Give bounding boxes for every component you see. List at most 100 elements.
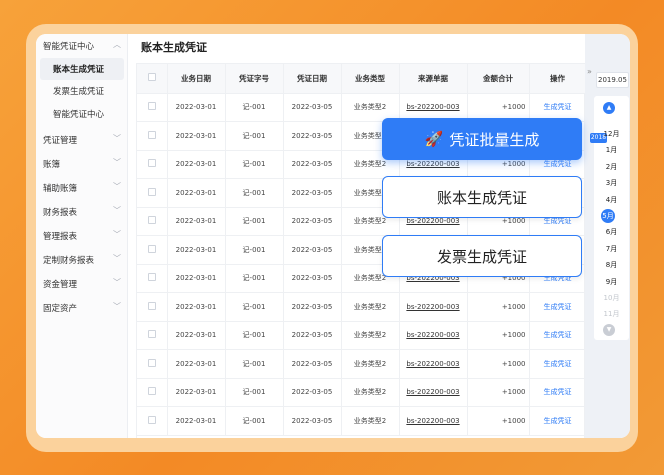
sidebar-item[interactable]: 辅助账簿 ﹀ [36, 177, 128, 199]
col-header-amount-total: 金额合计 [467, 64, 530, 94]
sidebar-item-label: 财务报表 [43, 208, 78, 218]
cell-source-doc[interactable]: bs-202200-003 [399, 321, 468, 350]
cell-voucher-no: 记-001 [225, 321, 284, 350]
row-checkbox[interactable] [137, 321, 168, 350]
sidebar-item[interactable]: 财务报表 ﹀ [36, 201, 128, 223]
ledger-generate-button[interactable]: 账本生成凭证 [382, 176, 582, 218]
cell-voucher-no: 记-001 [225, 378, 284, 407]
sidebar-item-label: 固定资产 [43, 304, 78, 314]
cell-voucher-no: 记-001 [225, 93, 284, 122]
row-checkbox[interactable] [137, 406, 168, 436]
cell-source-doc[interactable]: bs-202200-003 [399, 406, 468, 436]
month-option[interactable]: 3月 [594, 177, 629, 189]
cell-business-date: 2022-03-01 [167, 207, 226, 236]
cell-voucher-date: 2022-03-05 [283, 321, 342, 350]
row-checkbox[interactable] [137, 264, 168, 293]
chevron-down-icon: ﹀ [113, 206, 121, 215]
sidebar: 智能凭证中心 ︿ 账本生成凭证 发票生成凭证 智能凭证中心 凭证管理 ﹀ 账簿 ﹀ 辅助账簿 ﹀ 财务… [36, 34, 128, 438]
sidebar-item[interactable]: 定制财务报表 ﹀ [36, 249, 128, 271]
row-checkbox[interactable] [137, 378, 168, 407]
cell-voucher-no: 记-001 [225, 150, 284, 179]
cell-voucher-no: 记-001 [225, 121, 284, 151]
cell-action[interactable]: 生成凭证 [529, 378, 587, 407]
row-checkbox[interactable] [137, 349, 168, 379]
cell-voucher-date: 2022-03-05 [283, 207, 342, 236]
row-checkbox[interactable] [137, 207, 168, 236]
row-checkbox[interactable] [137, 93, 168, 122]
cell-voucher-no: 记-001 [225, 406, 284, 436]
invoice-generate-button[interactable]: 发票生成凭证 [382, 235, 582, 277]
cell-voucher-date: 2022-03-05 [283, 378, 342, 407]
sidebar-item[interactable]: 发票生成凭证 [36, 80, 128, 102]
sidebar-item-label: 辅助账簿 [43, 184, 78, 194]
date-rail: » 2019.05 ▲ 2018 ▼ 12月 1月 2月 3月 4月 5月 6月 7月 8月 9月… [585, 34, 630, 438]
sidebar-item-label: 资金管理 [43, 280, 78, 290]
cell-source-doc[interactable]: bs-202200-003 [399, 378, 468, 407]
chevron-up-icon: ︿ [113, 40, 121, 49]
cell-business-type: 业务类型2 [341, 406, 400, 436]
row-checkbox[interactable] [137, 178, 168, 208]
scroll-up-icon[interactable]: ▲ [603, 102, 615, 114]
cell-voucher-no: 记-001 [225, 178, 284, 208]
cell-business-date: 2022-03-01 [167, 378, 226, 407]
sidebar-item[interactable]: 账簿 ﹀ [36, 153, 128, 175]
year-month-display[interactable]: 2019.05 [596, 72, 629, 88]
month-option[interactable]: 4月 [594, 194, 629, 206]
cell-source-doc[interactable]: bs-202200-003 [399, 349, 468, 379]
cell-action[interactable]: 生成凭证 [529, 349, 587, 379]
cell-business-date: 2022-03-01 [167, 406, 226, 436]
row-checkbox[interactable] [137, 150, 168, 179]
batch-generate-button[interactable]: 🚀 凭证批量生成 [382, 118, 582, 160]
row-checkbox[interactable] [137, 121, 168, 151]
chevron-down-icon: ﹀ [113, 254, 121, 263]
cell-voucher-date: 2022-03-05 [283, 264, 342, 293]
select-all-checkbox[interactable] [137, 64, 168, 94]
scroll-down-icon[interactable]: ▼ [603, 324, 615, 336]
month-option[interactable]: 1月 [594, 144, 629, 156]
cell-voucher-date: 2022-03-05 [283, 292, 342, 322]
month-picker: ▲ 2018 ▼ 12月 1月 2月 3月 4月 5月 6月 7月 8月 9月 10月 11月 [590, 96, 629, 340]
chevron-down-icon: ﹀ [113, 302, 121, 311]
month-option[interactable]: 11月 [594, 308, 629, 320]
sidebar-item-label: 智能凭证中心 [43, 42, 95, 52]
row-checkbox[interactable] [137, 292, 168, 322]
month-option[interactable]: 12月 [594, 128, 629, 140]
month-option[interactable]: 9月 [594, 276, 629, 288]
chevron-down-icon: ﹀ [113, 230, 121, 239]
cell-action[interactable]: 生成凭证 [529, 321, 587, 350]
cell-voucher-date: 2022-03-05 [283, 150, 342, 179]
chevron-down-icon: ﹀ [113, 158, 121, 167]
invoice-generate-label: 发票生成凭证 [436, 247, 527, 266]
sidebar-item[interactable]: 资金管理 ﹀ [36, 273, 128, 295]
month-option[interactable]: 2月 [594, 161, 629, 173]
month-option[interactable]: 8月 [594, 259, 629, 271]
table-row: 2022-03-01记-0012022-03-05业务类型2bs-202200-… [137, 406, 587, 436]
sidebar-item[interactable]: 凭证管理 ﹀ [36, 129, 128, 151]
month-option[interactable]: 6月 [594, 226, 629, 238]
month-option[interactable]: 7月 [594, 243, 629, 255]
collapse-toggle-icon[interactable]: » [587, 67, 592, 76]
sidebar-item-label: 凭证管理 [43, 136, 78, 146]
cell-voucher-no: 记-001 [225, 264, 284, 293]
cell-amount-total: +1000 [467, 378, 530, 407]
sidebar-item-label: 发票生成凭证 [53, 87, 105, 97]
cell-voucher-no: 记-001 [225, 292, 284, 322]
sidebar-item[interactable]: 账本生成凭证 [40, 58, 124, 80]
cell-action[interactable]: 生成凭证 [529, 406, 587, 436]
sidebar-item[interactable]: 固定资产 ﹀ [36, 297, 128, 319]
page-title: 账本生成凭证 [141, 41, 207, 54]
cell-action[interactable]: 生成凭证 [529, 292, 587, 322]
cell-business-date: 2022-03-01 [167, 235, 226, 265]
month-option[interactable]: 5月 [601, 209, 615, 223]
cell-source-doc[interactable]: bs-202200-003 [399, 292, 468, 322]
cell-business-type: 业务类型2 [341, 378, 400, 407]
sidebar-item[interactable]: 管理报表 ﹀ [36, 225, 128, 247]
sidebar-item[interactable]: 智能凭证中心 ︿ [36, 35, 128, 57]
ledger-generate-label: 账本生成凭证 [436, 188, 527, 207]
batch-generate-label: 凭证批量生成 [449, 130, 540, 149]
sidebar-item-label: 账簿 [43, 160, 61, 170]
cell-business-type: 业务类型2 [341, 321, 400, 350]
sidebar-item[interactable]: 智能凭证中心 [36, 103, 128, 125]
month-option[interactable]: 10月 [594, 292, 629, 304]
row-checkbox[interactable] [137, 235, 168, 265]
